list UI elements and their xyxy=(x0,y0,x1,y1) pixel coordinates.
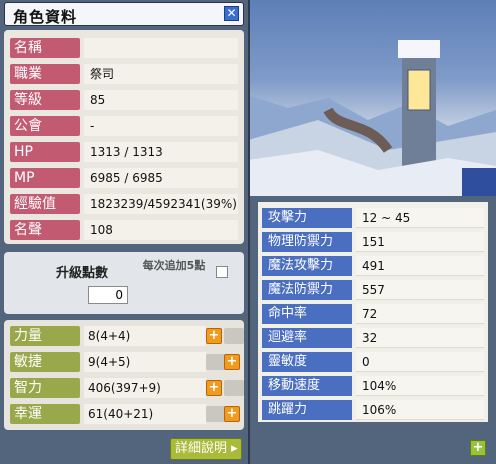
combat-label: 跳躍力 xyxy=(262,400,352,420)
stat-row-luk: 幸運 61(40+21) + xyxy=(10,404,240,424)
add-dex-button[interactable]: + xyxy=(224,354,240,370)
profile-value: 祭司 xyxy=(84,64,238,84)
profile-label: HP xyxy=(10,142,80,162)
profile-label: MP xyxy=(10,168,80,188)
combat-value: 72 xyxy=(356,304,484,324)
combat-row-speed: 移動速度 104% xyxy=(262,376,484,397)
stat-slot xyxy=(224,328,244,344)
profile-value: 1313 / 1313 xyxy=(84,142,238,162)
combat-value: 104% xyxy=(356,376,484,396)
auto-add-checkbox[interactable] xyxy=(216,266,228,278)
stat-label: 幸運 xyxy=(10,404,80,424)
ability-points-value: 0 xyxy=(88,286,128,304)
profile-label: 等級 xyxy=(10,90,80,110)
stat-label: 力量 xyxy=(10,326,80,346)
combat-label: 魔法防禦力 xyxy=(262,280,352,300)
combat-value: 557 xyxy=(356,280,484,300)
combat-value: 12 ~ 45 xyxy=(356,208,484,228)
snowy-village-illustration xyxy=(248,40,496,200)
profile-row-job: 職業 祭司 xyxy=(10,64,238,84)
combat-row-attack: 攻擊力 12 ~ 45 xyxy=(262,208,484,229)
window-title-bar[interactable]: 角色資料 ✕ xyxy=(4,2,244,26)
window-title: 角色資料 xyxy=(13,8,78,26)
stat-label: 敏捷 xyxy=(10,352,80,372)
combat-stats-window: 攻擊力 12 ~ 45 物理防禦力 151 魔法攻擊力 491 魔法防禦力 55… xyxy=(250,196,496,464)
ability-points-label: 升級點數 xyxy=(56,266,109,281)
profile-row-exp: 經驗值 1823239/4592341(39%) xyxy=(10,194,238,214)
stat-value: 8(4+4) xyxy=(84,326,206,346)
stats-section: 力量 8(4+4) + 敏捷 9(4+5) + 智力 406(397+9) + … xyxy=(4,320,244,430)
profile-row-guild: 公會 - xyxy=(10,116,238,136)
profile-value xyxy=(84,38,238,58)
profile-row-mp: MP 6985 / 6985 xyxy=(10,168,238,188)
combat-value: 0 xyxy=(356,352,484,372)
stat-slot xyxy=(206,354,226,370)
profile-label: 名聲 xyxy=(10,220,80,240)
combat-value: 491 xyxy=(356,256,484,276)
stat-row-int: 智力 406(397+9) + xyxy=(10,378,244,398)
profile-label: 公會 xyxy=(10,116,80,136)
combat-label: 命中率 xyxy=(262,304,352,324)
combat-label: 靈敏度 xyxy=(262,352,352,372)
combat-row-agility: 靈敏度 0 xyxy=(262,352,484,373)
combat-row-matk: 魔法攻擊力 491 xyxy=(262,256,484,277)
profile-label: 經驗值 xyxy=(10,194,80,214)
profile-value: 85 xyxy=(84,90,238,110)
auto-add-label: 每次追加5點 xyxy=(142,259,206,272)
combat-label: 物理防禦力 xyxy=(262,232,352,252)
combat-value: 151 xyxy=(356,232,484,252)
stat-value: 61(40+21) xyxy=(84,404,206,424)
combat-row-pdef: 物理防禦力 151 xyxy=(262,232,484,253)
combat-row-mdef: 魔法防禦力 557 xyxy=(262,280,484,301)
combat-row-jump: 跳躍力 106% xyxy=(262,400,484,421)
profile-section: 名稱 職業 祭司 等級 85 公會 - HP 1313 / 1313 MP 69… xyxy=(4,30,244,244)
add-luk-button[interactable]: + xyxy=(224,406,240,422)
stat-row-str: 力量 8(4+4) + xyxy=(10,326,244,346)
profile-value: - xyxy=(84,116,238,136)
profile-row-name: 名稱 xyxy=(10,38,238,58)
profile-row-level: 等級 85 xyxy=(10,90,238,110)
stat-value: 406(397+9) xyxy=(84,378,206,398)
detail-button[interactable]: 詳細說明 ▸ xyxy=(170,438,242,460)
combat-label: 迴避率 xyxy=(262,328,352,348)
profile-value: 6985 / 6985 xyxy=(84,168,238,188)
profile-value: 1823239/4592341(39%) xyxy=(84,194,238,214)
combat-row-accuracy: 命中率 72 xyxy=(262,304,484,325)
stat-value: 9(4+5) xyxy=(84,352,206,372)
collapse-icon[interactable]: + xyxy=(470,440,486,456)
character-info-window: 角色資料 ✕ 名稱 職業 祭司 等級 85 公會 - HP 1313 / 131… xyxy=(0,0,250,464)
profile-row-fame: 名聲 108 xyxy=(10,220,238,240)
profile-label: 名稱 xyxy=(10,38,80,58)
combat-label: 移動速度 xyxy=(262,376,352,396)
stat-slot xyxy=(206,406,226,422)
combat-value: 106% xyxy=(356,400,484,420)
ability-points-section: 升級點數 0 每次追加5點 xyxy=(4,252,244,314)
add-str-button[interactable]: + xyxy=(206,328,222,344)
combat-stats-section: 攻擊力 12 ~ 45 物理防禦力 151 魔法攻擊力 491 魔法防禦力 55… xyxy=(258,202,488,422)
stat-row-dex: 敏捷 9(4+5) + xyxy=(10,352,240,372)
stat-slot xyxy=(224,380,244,396)
combat-label: 魔法攻擊力 xyxy=(262,256,352,276)
profile-label: 職業 xyxy=(10,64,80,84)
profile-row-hp: HP 1313 / 1313 xyxy=(10,142,238,162)
combat-label: 攻擊力 xyxy=(262,208,352,228)
combat-value: 32 xyxy=(356,328,484,348)
add-int-button[interactable]: + xyxy=(206,380,222,396)
combat-row-avoid: 迴避率 32 xyxy=(262,328,484,349)
close-icon[interactable]: ✕ xyxy=(224,6,239,21)
profile-value: 108 xyxy=(84,220,238,240)
background-scene xyxy=(248,0,496,200)
stat-label: 智力 xyxy=(10,378,80,398)
